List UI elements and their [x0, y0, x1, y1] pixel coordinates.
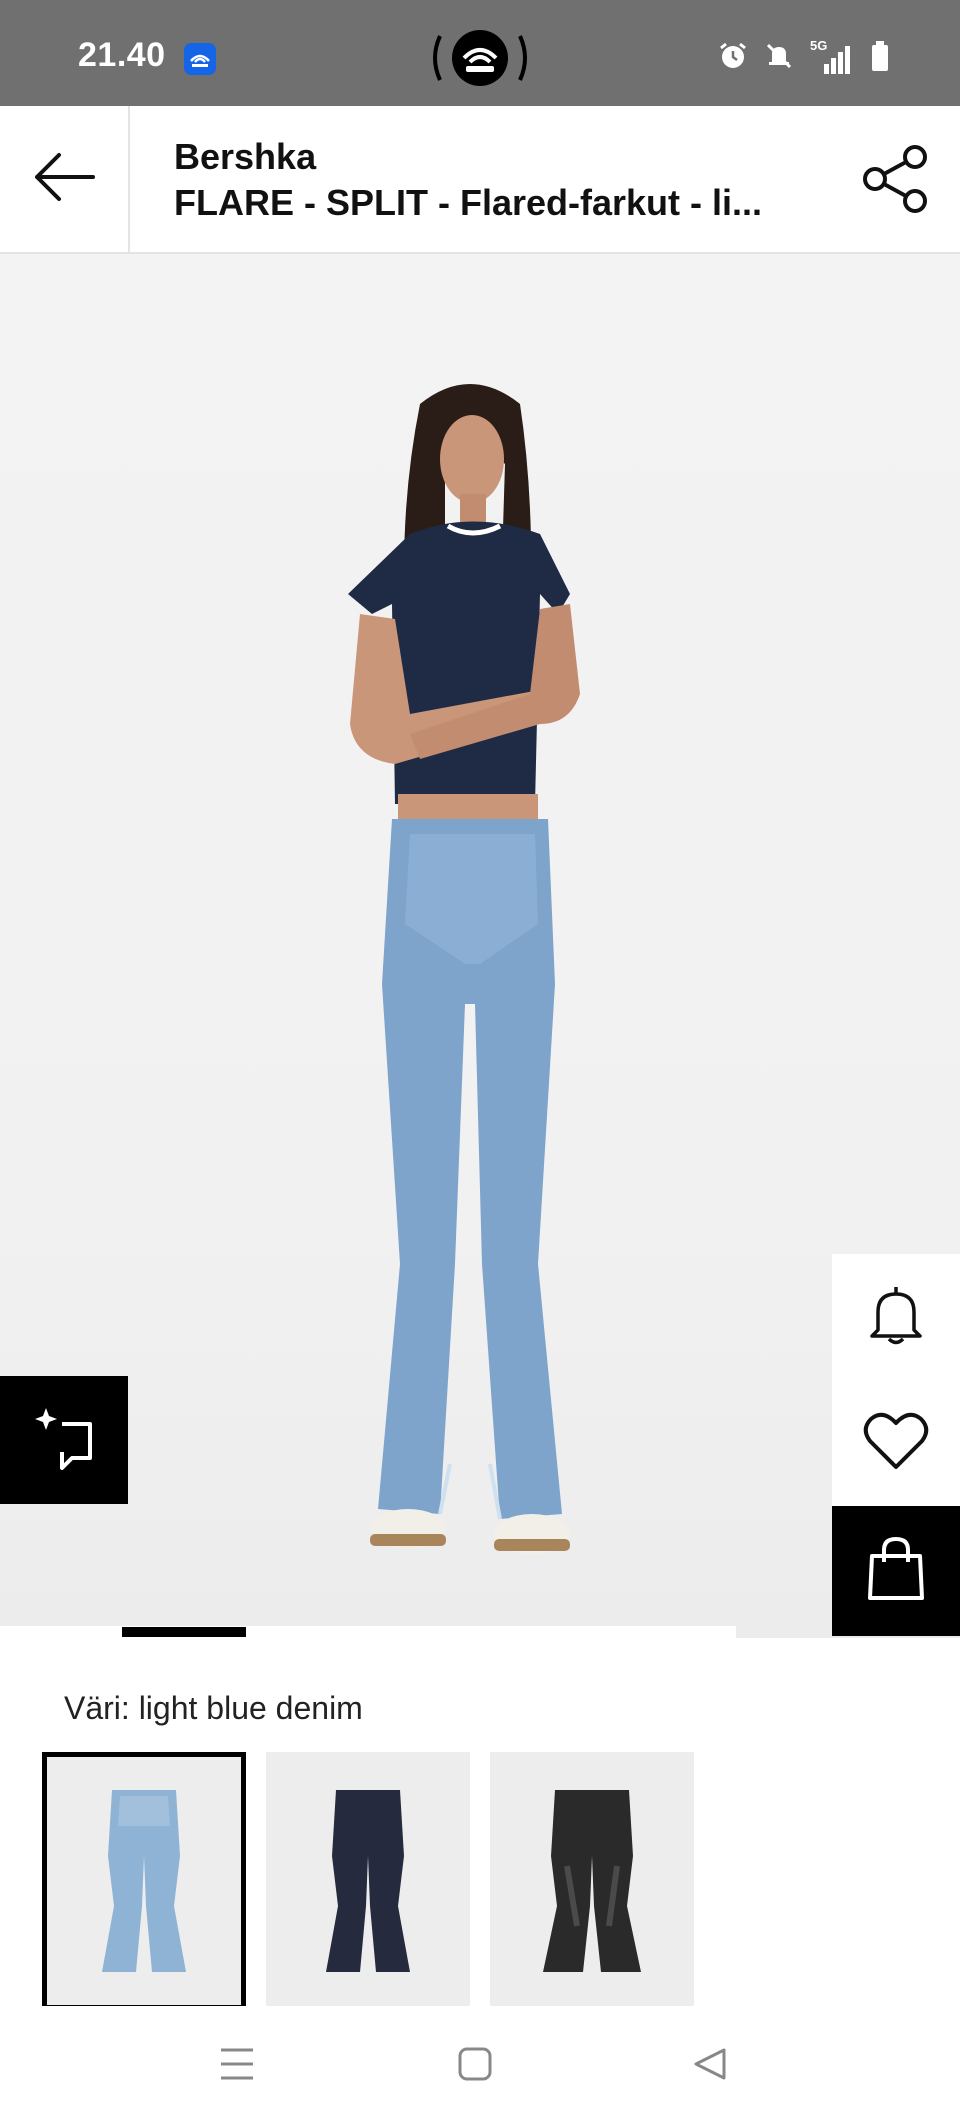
color-label: Väri: light blue denim [64, 1690, 363, 1726]
alarm-icon [718, 41, 748, 76]
bell-icon [868, 1284, 924, 1351]
jeans-thumbnail [543, 1790, 641, 1972]
share-button[interactable] [850, 136, 940, 226]
hotspot-icon [428, 28, 532, 88]
square-home-icon [457, 2046, 493, 2087]
app-notification-icon [184, 43, 216, 75]
carousel-progress-active [122, 1627, 246, 1637]
color-swatches [42, 1752, 694, 2010]
sparkle-similar-icon [32, 1406, 96, 1475]
signal-5g-icon: 5G [810, 38, 854, 76]
find-similar-button[interactable] [0, 1376, 128, 1504]
notify-button[interactable] [832, 1254, 960, 1380]
back-button[interactable] [0, 106, 130, 252]
status-time: 21.40 [78, 36, 166, 74]
brand-name[interactable]: Bershka [174, 136, 316, 178]
arrow-left-icon [31, 149, 97, 210]
share-icon [861, 144, 929, 219]
recent-apps-button[interactable] [207, 2036, 267, 2096]
heart-icon [863, 1411, 929, 1476]
home-button[interactable] [445, 2036, 505, 2096]
system-nav-bar [0, 2006, 960, 2126]
wishlist-button[interactable] [832, 1380, 960, 1506]
triangle-back-icon [692, 2046, 728, 2087]
product-header: Bershka FLARE - SPLIT - Flared-farkut - … [0, 106, 960, 254]
color-swatch-black[interactable] [490, 1752, 694, 2010]
product-action-rail [832, 1254, 960, 1636]
add-to-bag-button[interactable] [832, 1506, 960, 1636]
shopping-bag-icon [866, 1536, 926, 1607]
product-image-carousel[interactable] [0, 254, 960, 1638]
menu-lines-icon [217, 2046, 257, 2087]
jeans-thumbnail [326, 1790, 410, 1972]
nav-back-button[interactable] [680, 2036, 740, 2096]
color-swatch-dark-blue[interactable] [266, 1752, 470, 2010]
product-photo [348, 384, 580, 1554]
color-swatch-light-blue[interactable] [42, 1752, 246, 2010]
jeans-thumbnail [102, 1790, 186, 1972]
carousel-progress [0, 1626, 736, 1638]
mute-icon [764, 41, 794, 76]
status-bar: 21.40 5G [0, 0, 960, 106]
product-title: FLARE - SPLIT - Flared-farkut - li... [174, 182, 763, 223]
battery-icon [870, 40, 890, 77]
